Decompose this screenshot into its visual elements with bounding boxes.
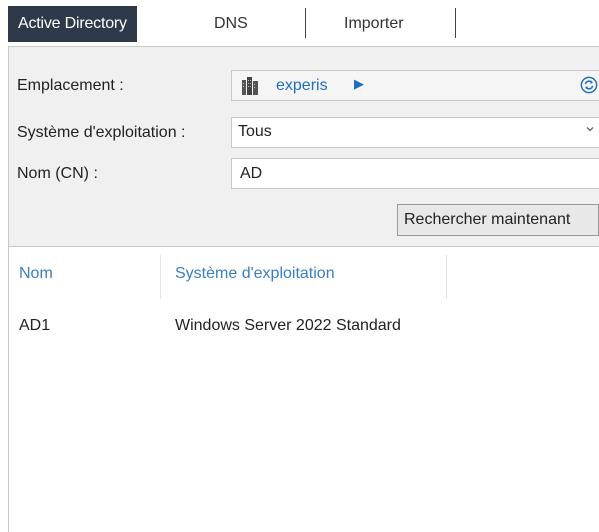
location-field[interactable]: experis ▶ bbox=[231, 70, 599, 101]
tab-active-directory[interactable]: Active Directory bbox=[8, 6, 137, 42]
cn-input[interactable] bbox=[232, 159, 599, 188]
cn-field[interactable] bbox=[231, 158, 599, 189]
location-label: Emplacement : bbox=[17, 77, 124, 94]
column-divider[interactable] bbox=[446, 255, 447, 299]
search-now-button[interactable]: Rechercher maintenant bbox=[397, 204, 599, 236]
tab-bar: Active Directory DNS Importer bbox=[0, 0, 599, 46]
row-os-cell: Windows Server 2022 Standard bbox=[175, 317, 401, 334]
os-selected-value: Tous bbox=[238, 123, 272, 140]
server-building-icon bbox=[242, 77, 258, 95]
row-name-cell: AD1 bbox=[19, 317, 51, 334]
tab-separator bbox=[305, 8, 306, 38]
tab-dns[interactable]: DNS bbox=[214, 6, 248, 42]
os-label: Système d'exploitation : bbox=[17, 124, 186, 141]
column-divider[interactable] bbox=[160, 255, 161, 299]
column-header-os[interactable]: Système d'exploitation bbox=[175, 265, 335, 283]
results-list: Nom Système d'exploitation AD1 Windows S… bbox=[8, 246, 599, 532]
location-value[interactable]: experis bbox=[276, 77, 328, 95]
triangle-right-icon[interactable]: ▶ bbox=[354, 76, 364, 92]
column-header-name[interactable]: Nom bbox=[19, 265, 53, 283]
os-select[interactable]: Tous bbox=[231, 117, 599, 148]
cn-label: Nom (CN) : bbox=[17, 165, 98, 182]
chevron-down-icon bbox=[586, 127, 594, 132]
refresh-icon[interactable] bbox=[580, 76, 598, 94]
tab-separator bbox=[455, 8, 456, 38]
tab-importer[interactable]: Importer bbox=[344, 6, 404, 42]
